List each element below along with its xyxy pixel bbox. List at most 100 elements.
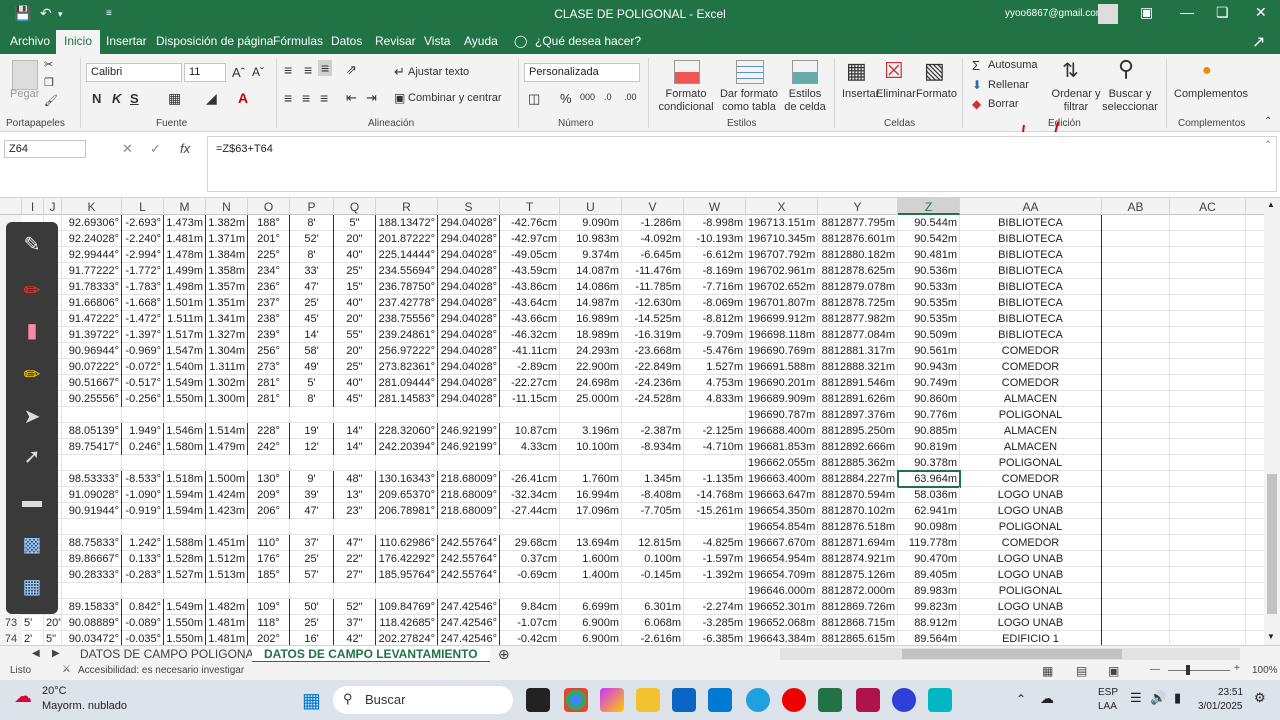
cell-l[interactable] [122, 583, 164, 599]
cell-m[interactable]: 1.498m [164, 279, 206, 295]
snipping-icon[interactable] [928, 688, 952, 712]
cell-m[interactable]: 1.549m [164, 599, 206, 615]
red-marker-icon[interactable]: ✏ [16, 278, 48, 304]
cell-k[interactable]: 90.28333° [62, 567, 122, 583]
cell-v[interactable] [622, 455, 684, 471]
minimize-icon[interactable]: — [1180, 4, 1194, 20]
cell-v[interactable] [622, 583, 684, 599]
cell-l[interactable] [122, 519, 164, 535]
cell-o[interactable]: 201° [248, 231, 290, 247]
cell-v[interactable]: -2.616m [622, 631, 684, 645]
column-header-v[interactable]: V [622, 198, 684, 215]
cell-o[interactable]: 109° [248, 599, 290, 615]
cell-q[interactable]: 13" [334, 487, 376, 503]
cell-o[interactable]: 225° [248, 247, 290, 263]
cell-w[interactable]: -1.597m [684, 551, 746, 567]
cell-x[interactable]: 196667.670m [746, 535, 818, 551]
cell-ab[interactable] [1102, 359, 1170, 375]
maximize-icon[interactable]: ❏ [1216, 4, 1229, 21]
cell-l[interactable]: -1.783° [122, 279, 164, 295]
cell-q[interactable]: 23" [334, 503, 376, 519]
cell-o[interactable]: 238° [248, 311, 290, 327]
cell-w[interactable]: -4.710m [684, 439, 746, 455]
cell-q[interactable]: 40" [334, 375, 376, 391]
cell-aa[interactable]: LOGO UNAB [960, 551, 1102, 567]
cell-v[interactable]: 6.301m [622, 599, 684, 615]
cell-n[interactable]: 1.300m [206, 391, 248, 407]
cell-l[interactable]: -0.283° [122, 567, 164, 583]
cell-n[interactable]: 1.512m [206, 551, 248, 567]
conditional-format-button[interactable]: Formato condicional [656, 88, 716, 114]
cell-aa[interactable]: LOGO UNAB [960, 503, 1102, 519]
cell-t[interactable]: -49.05cm [500, 247, 560, 263]
cell-p[interactable]: 8' [290, 391, 334, 407]
cell-y[interactable]: 8812879.078m [818, 279, 898, 295]
cell-r[interactable]: 109.84769° [376, 599, 438, 615]
cell-ac[interactable] [1170, 551, 1246, 567]
cell-x[interactable]: 196690.769m [746, 343, 818, 359]
cell-z[interactable]: 62.941m [898, 503, 960, 519]
cell-ac[interactable] [1170, 391, 1246, 407]
cell-t[interactable]: 0.37cm [500, 551, 560, 567]
cell-ab[interactable] [1102, 215, 1170, 231]
font-size-select[interactable]: 11 [184, 63, 226, 82]
cell-n[interactable]: 1.384m [206, 247, 248, 263]
cell-m[interactable]: 1.499m [164, 263, 206, 279]
cell-p[interactable]: 45' [290, 311, 334, 327]
column-header-w[interactable]: W [684, 198, 746, 215]
cell-s[interactable]: 294.04028° [438, 327, 500, 343]
tab-revisar[interactable]: Revisar [375, 34, 416, 48]
tab-insertar[interactable]: Insertar [106, 34, 147, 48]
format-painter-icon[interactable]: 🖌 [44, 94, 58, 107]
cell-t[interactable]: -27.44cm [500, 503, 560, 519]
cell-k[interactable]: 90.96944° [62, 343, 122, 359]
cell-ac[interactable] [1170, 295, 1246, 311]
clear-button[interactable]: Borrar [988, 98, 1019, 110]
cell-x[interactable]: 196691.588m [746, 359, 818, 375]
cell-x[interactable]: 196654.854m [746, 519, 818, 535]
cell-z[interactable]: 88.912m [898, 615, 960, 631]
cell-y[interactable]: 8812897.376m [818, 407, 898, 423]
cell-y[interactable]: 8812872.000m [818, 583, 898, 599]
cell-v[interactable]: -4.092m [622, 231, 684, 247]
cell-z[interactable]: 90.544m [898, 215, 960, 231]
cell-p[interactable]: 16' [290, 631, 334, 645]
cell-ac[interactable] [1170, 519, 1246, 535]
tab-ayuda[interactable]: Ayuda [464, 34, 498, 48]
cell-y[interactable]: 8812865.615m [818, 631, 898, 645]
cell-t[interactable]: 10.87cm [500, 423, 560, 439]
cell-t[interactable]: -26.41cm [500, 471, 560, 487]
cell-u[interactable]: 18.989m [560, 327, 622, 343]
cell-m[interactable] [164, 407, 206, 423]
start-icon[interactable]: ▦ [302, 688, 321, 713]
cell-s[interactable]: 294.04028° [438, 263, 500, 279]
format-cells-button[interactable]: Formato [916, 88, 957, 100]
column-header-q[interactable]: Q [334, 198, 376, 215]
cell-n[interactable]: 1.358m [206, 263, 248, 279]
battery-icon[interactable]: ▮ [1174, 690, 1181, 706]
cell-s[interactable]: 294.04028° [438, 247, 500, 263]
zoom-in-icon[interactable]: + [1234, 663, 1240, 674]
cell-u[interactable]: 1.600m [560, 551, 622, 567]
cell-l[interactable]: -0.969° [122, 343, 164, 359]
cell-aa[interactable]: EDIFICIO 1 [960, 631, 1102, 645]
cell-aa[interactable]: ALMACEN [960, 391, 1102, 407]
cell-w[interactable]: -2.125m [684, 423, 746, 439]
cell-aa[interactable]: LOGO UNAB [960, 615, 1102, 631]
cell-m[interactable]: 1.550m [164, 391, 206, 407]
cell-u[interactable]: 16.994m [560, 487, 622, 503]
account-email[interactable]: yyoo6867@gmail.com [1005, 8, 1104, 19]
name-box[interactable]: Z64 [4, 140, 86, 158]
cell-w[interactable]: -8.998m [684, 215, 746, 231]
cell-ab[interactable] [1102, 583, 1170, 599]
cell-ab[interactable] [1102, 535, 1170, 551]
cell-y[interactable]: 8812888.321m [818, 359, 898, 375]
cell-l[interactable]: -0.072° [122, 359, 164, 375]
cell-n[interactable]: 1.311m [206, 359, 248, 375]
cell-j[interactable]: 5" [44, 631, 62, 645]
cell-u[interactable]: 6.699m [560, 599, 622, 615]
zoom-level[interactable]: 100% [1252, 665, 1278, 676]
cell-m[interactable]: 1.501m [164, 295, 206, 311]
cell-x[interactable]: 196681.853m [746, 439, 818, 455]
cell-ab[interactable] [1102, 375, 1170, 391]
